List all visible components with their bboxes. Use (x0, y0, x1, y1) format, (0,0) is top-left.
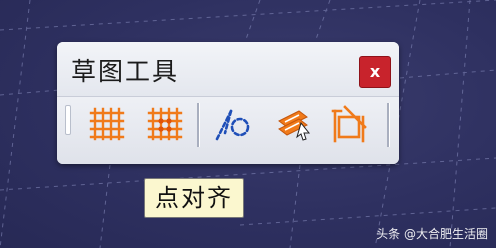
toolbar-separator (197, 103, 200, 147)
dimensional-constraint-button[interactable] (329, 103, 371, 145)
tooltip-text: 点对齐 (155, 184, 233, 212)
construction-element-icon (215, 109, 250, 141)
dimensional-constraint-icon (331, 105, 367, 143)
close-button[interactable]: x (359, 56, 391, 88)
geometric-constraint-icon (278, 110, 311, 141)
toolbar-titlebar[interactable]: 草图工具 x (57, 42, 399, 97)
sketch-tools-toolbar: 草图工具 x (57, 42, 399, 164)
toolbar-title: 草图工具 (71, 57, 180, 86)
snap-to-point-icon (147, 107, 183, 141)
watermark-text: 头条 @大合肥生活圈 (376, 227, 488, 241)
geometric-constraint-button[interactable] (273, 103, 315, 145)
tooltip: 点对齐 (144, 178, 244, 218)
toolbar-icon-row (57, 97, 399, 164)
grid-icon (89, 107, 125, 141)
toolbar-separator (387, 103, 390, 147)
grid-button[interactable] (87, 103, 129, 145)
construction-element-button[interactable] (211, 103, 253, 145)
close-icon: x (369, 62, 381, 81)
toolbar-grip-handle[interactable] (65, 105, 71, 135)
snap-to-point-button[interactable] (145, 103, 187, 145)
